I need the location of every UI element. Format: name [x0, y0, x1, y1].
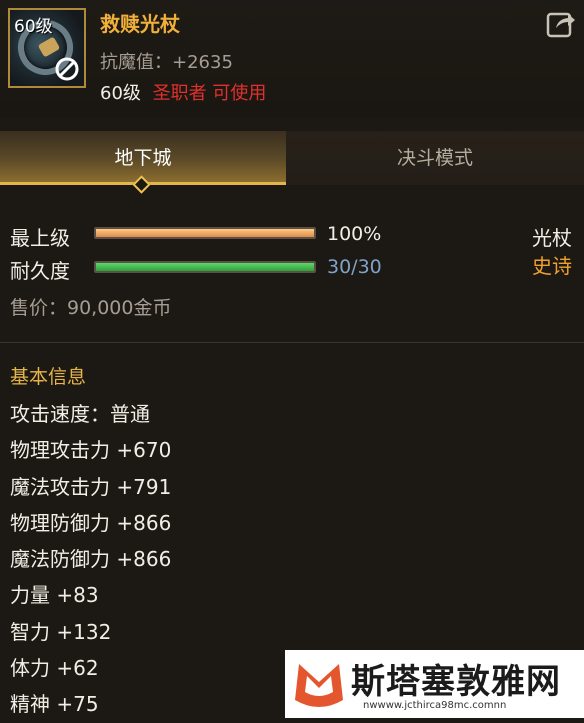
- attr-spirit: 精神 +75: [10, 692, 99, 717]
- durability-bar: [94, 261, 316, 273]
- grade-value: 100%: [327, 223, 382, 245]
- tab-duel-mode[interactable]: 决斗模式: [286, 131, 584, 185]
- mode-tabs: 地下城 决斗模式: [0, 131, 584, 185]
- durability-value: 30/30: [327, 256, 382, 278]
- rarity-label: 史诗: [532, 254, 572, 278]
- no-use-icon: [55, 57, 79, 81]
- attr-strength: 力量 +83: [10, 583, 99, 608]
- magic-resist: 抗魔值：+2635: [100, 52, 233, 73]
- share-icon[interactable]: [546, 10, 576, 38]
- level-badge: 60级: [14, 17, 53, 37]
- grade-bar: [94, 227, 316, 239]
- attr-intelligence: 智力 +132: [10, 619, 112, 644]
- item-name: 救赎光杖: [100, 12, 180, 36]
- item-icon[interactable]: 60级: [8, 8, 86, 88]
- attr-attack-speed: 攻击速度：普通: [10, 402, 150, 426]
- attr-physical-defense: 物理防御力 +866: [10, 510, 172, 535]
- attr-magic-attack: 魔法攻击力 +791: [10, 474, 172, 499]
- divider: [0, 342, 584, 343]
- grade-label: 最上级: [10, 226, 70, 250]
- watermark-url: nwwww.jcthirca98mc.comnn: [363, 700, 507, 711]
- requirement-line: 60级 圣职者 可使用: [100, 79, 266, 105]
- basic-info-title: 基本信息: [10, 366, 87, 388]
- attr-vitality: 体力 +62: [10, 656, 99, 681]
- item-header: 60级 救赎光杖 抗魔值：+2635 60级 圣职者 可使用: [0, 0, 584, 118]
- watermark: 斯塔塞敦雅网 nwwww.jcthirca98mc.comnn: [285, 650, 584, 718]
- class-requirement: 圣职者 可使用: [152, 83, 267, 104]
- attr-magic-defense: 魔法防御力 +866: [10, 547, 172, 572]
- sell-price: 售价：90,000金币: [10, 297, 172, 319]
- required-level: 60级: [100, 83, 141, 104]
- attribute-list: 攻击速度：普通 物理攻击力 +670 魔法攻击力 +791 物理防御力 +866…: [10, 396, 171, 723]
- attr-physical-attack: 物理攻击力 +670: [10, 438, 172, 463]
- weapon-type: 光杖: [532, 226, 572, 250]
- watermark-logo-icon: [295, 664, 343, 707]
- watermark-text: 斯塔塞敦雅网: [351, 662, 561, 702]
- durability-label: 耐久度: [10, 259, 70, 283]
- durability-bar-fill: [96, 263, 314, 271]
- grade-bar-fill: [96, 229, 314, 237]
